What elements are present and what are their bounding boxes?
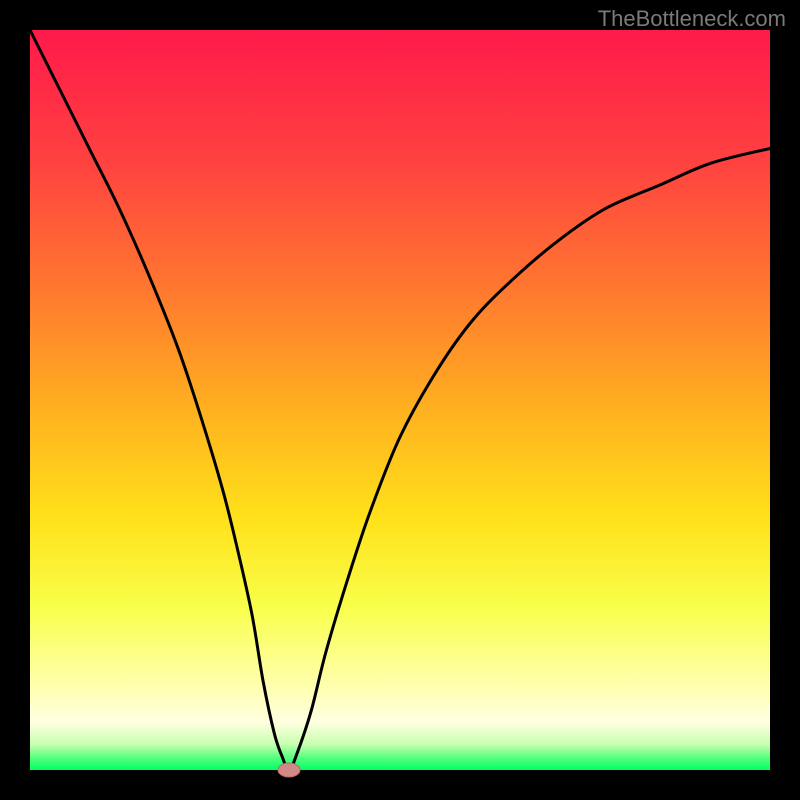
watermark-text: TheBottleneck.com	[598, 6, 786, 32]
plot-background	[30, 30, 770, 770]
bottleneck-chart	[0, 0, 800, 800]
chart-container: TheBottleneck.com	[0, 0, 800, 800]
minimum-marker	[278, 763, 300, 777]
